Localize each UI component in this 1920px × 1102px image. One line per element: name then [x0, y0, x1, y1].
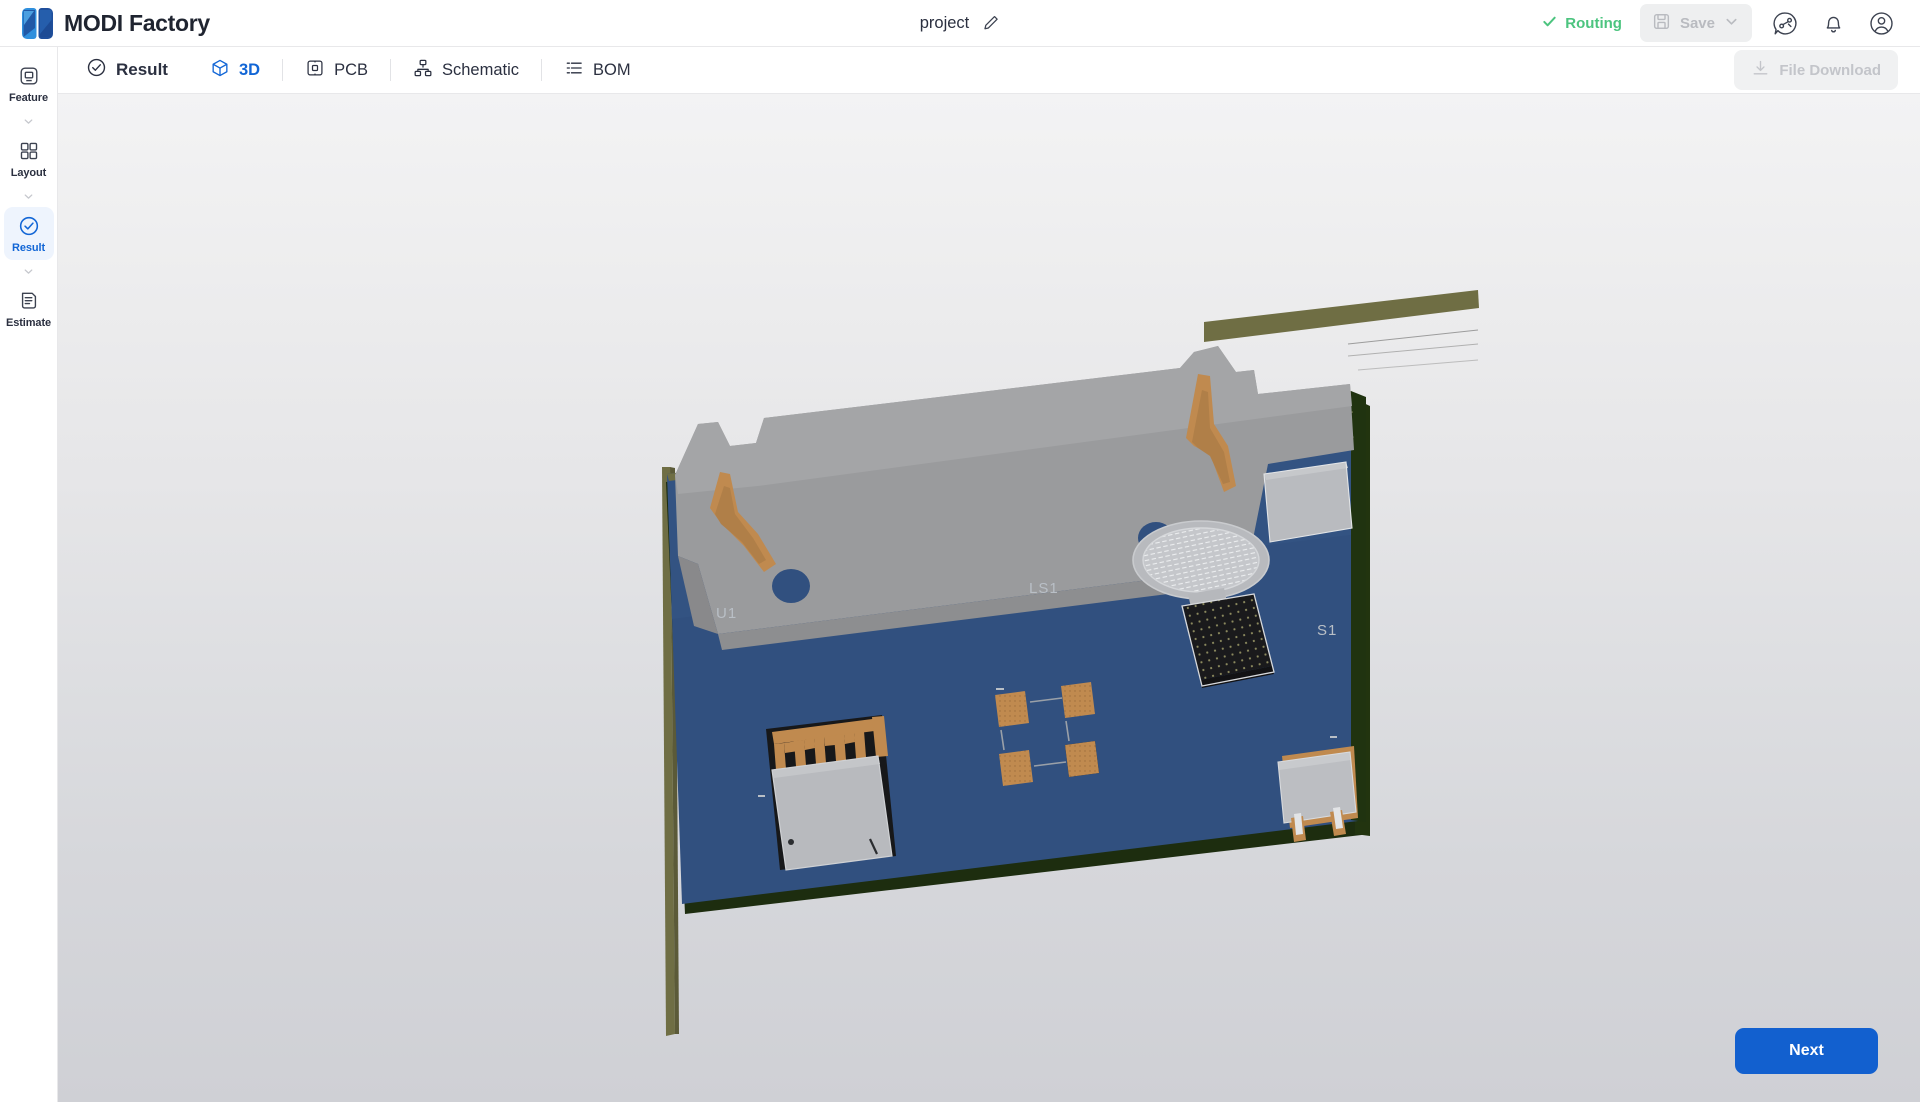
next-button[interactable]: Next — [1735, 1028, 1878, 1074]
tab-schematic[interactable]: Schematic — [411, 54, 521, 87]
sidebar-separator — [22, 110, 35, 132]
file-download-button[interactable]: File Download — [1734, 50, 1898, 90]
check-icon — [1541, 13, 1558, 34]
project-title: project — [919, 13, 970, 32]
sidebar-item-layout[interactable]: Layout — [4, 132, 54, 185]
main-panel: Result 3D PCB Schematic BOM File Downloa… — [58, 47, 1920, 1102]
app-header: MODI Factory project Routing Save — [0, 0, 1920, 47]
sidebar-separator — [22, 185, 35, 207]
routing-help-icon[interactable] — [1770, 8, 1800, 38]
header-actions: Routing Save — [1541, 4, 1920, 42]
svg-text:U1: U1 — [716, 605, 737, 622]
sidebar-separator — [22, 260, 35, 282]
tab-bom-label: BOM — [593, 60, 631, 79]
sidebar: Feature Layout Result Estimate — [0, 47, 58, 1102]
body: Feature Layout Result Estimate Result 3D… — [0, 47, 1920, 1102]
tab-3d-label: 3D — [238, 60, 261, 79]
check-circle-icon — [17, 214, 41, 238]
file-download-label: File Download — [1779, 61, 1881, 79]
pcb-3d-viewport[interactable]: U1 LS1 S1 Next — [58, 94, 1920, 1102]
account-icon[interactable] — [1866, 8, 1896, 38]
list-icon — [564, 58, 584, 83]
chevron-down-icon — [1724, 14, 1739, 32]
routing-status-badge: Routing — [1541, 13, 1622, 34]
brand[interactable]: MODI Factory — [0, 7, 210, 39]
cube-icon — [210, 58, 230, 83]
toolbar-section-label: Result — [116, 60, 168, 79]
pcb-chip-icon — [305, 58, 325, 83]
floppy-disk-icon — [1652, 12, 1671, 34]
sidebar-item-label: Result — [11, 242, 46, 254]
sidebar-item-estimate[interactable]: Estimate — [4, 282, 54, 335]
toolbar-divider — [541, 59, 543, 81]
estimate-document-icon — [17, 289, 41, 313]
check-circle-icon — [86, 57, 107, 83]
project-title-block: project — [920, 13, 1001, 33]
modi-logo-icon — [22, 7, 53, 39]
svg-text:S1: S1 — [1317, 622, 1337, 639]
view-toolbar: Result 3D PCB Schematic BOM File Downloa… — [58, 47, 1920, 94]
tab-pcb[interactable]: PCB — [303, 54, 370, 87]
pcb-3d-model: U1 LS1 S1 — [58, 94, 1920, 1102]
layout-grid-icon — [17, 139, 41, 163]
tab-bom[interactable]: BOM — [562, 54, 633, 87]
bell-icon[interactable] — [1818, 8, 1848, 38]
tab-3d[interactable]: 3D — [208, 54, 262, 87]
download-icon — [1751, 59, 1770, 81]
brand-name: MODI Factory — [64, 9, 210, 36]
sidebar-item-label: Feature — [8, 92, 49, 104]
tab-schematic-label: Schematic — [442, 60, 520, 79]
schematic-icon — [413, 58, 433, 83]
toolbar-divider — [390, 59, 391, 81]
save-button-label: Save — [1679, 14, 1715, 32]
toolbar-section-result: Result — [84, 53, 170, 87]
svg-text:LS1: LS1 — [1029, 580, 1059, 597]
pencil-icon[interactable] — [980, 13, 1000, 33]
app-root: MODI Factory project Routing Save Featur… — [0, 0, 1920, 1102]
feature-icon — [17, 64, 41, 88]
toolbar-divider — [282, 59, 284, 81]
save-button[interactable]: Save — [1639, 4, 1752, 42]
sidebar-item-label: Estimate — [5, 317, 52, 329]
tab-pcb-label: PCB — [334, 60, 368, 79]
sidebar-item-label: Layout — [10, 167, 47, 179]
sidebar-item-feature[interactable]: Feature — [4, 57, 54, 110]
sidebar-item-result[interactable]: Result — [3, 207, 54, 260]
routing-status-label: Routing — [1565, 14, 1622, 32]
